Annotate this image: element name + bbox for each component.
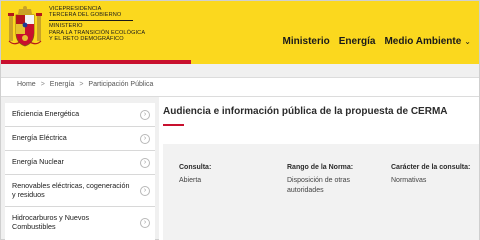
- chevron-down-icon: ⌄: [464, 37, 471, 46]
- sidebar-item-renovables[interactable]: Renovables eléctricas, cogeneración y re…: [5, 175, 155, 207]
- header-accent-bar: [1, 60, 191, 64]
- sidebar-item-label: Renovables eléctricas, cogeneración y re…: [12, 180, 130, 199]
- gov-divider: [49, 20, 133, 22]
- chevron-circle-icon: ›: [140, 218, 150, 228]
- breadcrumb-current: Participación Pública: [88, 81, 154, 88]
- consulta-label: Consulta:: [179, 164, 212, 171]
- nav-label: Ministerio: [282, 36, 330, 47]
- nav-ministerio[interactable]: Ministerio: [283, 36, 330, 47]
- government-text: Vicepresidencia Tercera del Gobierno Min…: [49, 6, 189, 42]
- caracter-field: Carácter de la consulta: Normativas: [391, 164, 470, 186]
- sidebar-item-eficiencia[interactable]: Eficiencia Energética ›: [5, 103, 155, 127]
- breadcrumb-separator: >: [79, 81, 84, 88]
- chevron-circle-icon: ›: [140, 157, 150, 168]
- nav-medio-ambiente[interactable]: Medio Ambiente ⌄: [384, 36, 471, 47]
- consulta-value: Abierta: [179, 177, 202, 184]
- title-underline: [163, 124, 184, 126]
- rango-field: Rango de la Norma: Disposición de otras …: [287, 164, 377, 196]
- chevron-circle-icon: ›: [140, 185, 150, 196]
- sidebar: Eficiencia Energética › Energía Eléctric…: [5, 103, 155, 240]
- sidebar-item-label: Energía Nuclear: [12, 157, 64, 167]
- main-nav: Ministerio Energía Medio Ambiente ⌄: [283, 36, 471, 47]
- page-title: Audiencia e información pública de la pr…: [163, 106, 448, 117]
- caracter-value: Normativas: [391, 177, 427, 184]
- main-content: Audiencia e información pública de la pr…: [159, 97, 479, 240]
- gov-line-2: Tercera del Gobierno: [49, 12, 122, 19]
- nav-label: Energía: [338, 36, 376, 47]
- rango-value: Disposición de otras autoridades: [287, 177, 351, 194]
- site-header: Vicepresidencia Tercera del Gobierno Min…: [1, 1, 479, 64]
- nav-energia[interactable]: Energía: [339, 36, 376, 47]
- sidebar-item-electrica[interactable]: Energía Eléctrica ›: [5, 127, 155, 151]
- caracter-label: Carácter de la consulta:: [391, 164, 471, 171]
- sidebar-item-nuclear[interactable]: Energía Nuclear ›: [5, 151, 155, 175]
- nav-label: Medio Ambiente: [384, 36, 462, 47]
- breadcrumb-separator: >: [40, 81, 45, 88]
- sidebar-item-hidrocarburos[interactable]: Hidrocarburos y Nuevos Combustibles ›: [5, 207, 155, 239]
- sidebar-item-label: Eficiencia Energética: [12, 109, 80, 119]
- breadcrumb-home[interactable]: Home: [17, 81, 36, 96]
- breadcrumb-energia[interactable]: Energía: [50, 81, 75, 96]
- breadcrumb: Home > Energía > Participación Pública: [1, 77, 479, 97]
- gov-line-5: y el Reto Demográfico: [49, 36, 124, 43]
- consulta-field: Consulta: Abierta: [179, 164, 211, 186]
- coat-of-arms-logo[interactable]: [8, 5, 42, 49]
- chevron-circle-icon: ›: [140, 133, 150, 144]
- chevron-circle-icon: ›: [140, 109, 150, 120]
- rango-label: Rango de la Norma:: [287, 164, 354, 171]
- sidebar-item-label: Hidrocarburos y Nuevos Combustibles: [12, 213, 90, 231]
- consultation-info-box: Consulta: Abierta Rango de la Norma: Dis…: [163, 144, 479, 240]
- sidebar-item-label: Energía Eléctrica: [12, 133, 67, 143]
